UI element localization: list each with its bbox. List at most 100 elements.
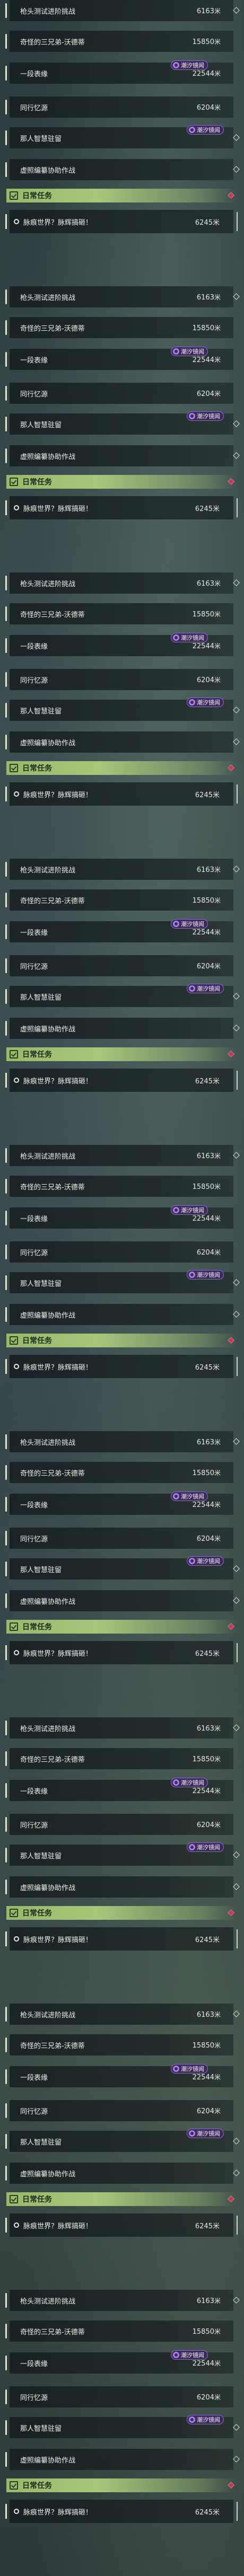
- quest-row[interactable]: 虚照编纂协助作战: [5, 159, 240, 180]
- quest-row[interactable]: 那人智慧驻留 潮汐镜闻: [5, 125, 240, 148]
- quest-row[interactable]: 奇怪的三兄弟-沃德蒂 15850米: [5, 317, 233, 338]
- quest-row-selected[interactable]: 同行忆源 6204米: [5, 2100, 233, 2121]
- daily-tasks-header[interactable]: 日常任务: [6, 2478, 237, 2492]
- quest-row[interactable]: 虚照编纂协助作战: [5, 2163, 240, 2184]
- quest-row[interactable]: 奇怪的三兄弟-沃德蒂 15850米: [5, 2034, 233, 2055]
- quest-row-selected[interactable]: 同行忆源 6204米: [5, 383, 233, 404]
- diamond-icon: [233, 1025, 240, 1031]
- quest-row[interactable]: 那人智慧驻留 潮汐镜闻: [5, 1842, 240, 1866]
- daily-tasks-header[interactable]: 日常任务: [6, 475, 237, 489]
- quest-row[interactable]: 枪头测试进阶挑战 6163米: [5, 572, 240, 594]
- quest-row[interactable]: 虚照编纂协助作战: [5, 1018, 240, 1039]
- quest-title: 一段表缘: [20, 2360, 48, 2368]
- daily-tasks-header[interactable]: 日常任务: [6, 2192, 237, 2206]
- quest-row[interactable]: 一段表缘 潮汐镜闻 22544米: [5, 347, 233, 370]
- quest-title: 一段表缘: [20, 70, 48, 78]
- quest-row[interactable]: 虚照编纂协助作战: [5, 1876, 240, 1898]
- quest-title: 奇怪的三兄弟-沃德蒂: [20, 2328, 85, 2336]
- quest-row-selected[interactable]: 同行忆源 6204米: [5, 1241, 233, 1263]
- quest-marker: [5, 1307, 7, 1322]
- quest-row[interactable]: 虚照编纂协助作战: [5, 731, 240, 753]
- quest-row[interactable]: 虚照编纂协助作战: [5, 445, 240, 466]
- quest-row[interactable]: 虚照编纂协助作战: [5, 1304, 240, 1325]
- quest-row[interactable]: 奇怪的三兄弟-沃德蒂 15850米: [5, 1176, 233, 1197]
- quest-row[interactable]: 虚照编纂协助作战: [5, 2449, 240, 2470]
- daily-task-distance: 6245米: [195, 1077, 220, 1086]
- quest-row[interactable]: 一段表缘 潮汐镜闻 22544米: [5, 633, 233, 656]
- quest-title: 枪头测试进阶挑战: [20, 2297, 76, 2306]
- quest-distance: 6204米: [196, 1248, 221, 1257]
- daily-task-row[interactable]: 脉痕世界？脉辉搞砸！ 6245米: [5, 2500, 238, 2523]
- quest-marker: [5, 1721, 7, 1735]
- daily-tasks-header[interactable]: 日常任务: [6, 1620, 237, 1634]
- quest-row-selected[interactable]: 同行忆源 6204米: [5, 669, 233, 690]
- quest-marker: [5, 500, 7, 515]
- quest-row[interactable]: 枪头测试进阶挑战 6163米: [5, 0, 240, 21]
- quest-marker: [5, 2037, 7, 2052]
- tide-icon: [173, 2352, 179, 2358]
- quest-row[interactable]: 枪头测试进阶挑战 6163米: [5, 859, 240, 880]
- daily-task-row[interactable]: 脉痕世界？脉辉搞砸！ 6245米: [5, 1641, 238, 1664]
- daily-tasks-header[interactable]: 日常任务: [6, 761, 237, 775]
- quest-row[interactable]: 一段表缘 潮汐镜闻 22544米: [5, 1205, 233, 1229]
- quest-row[interactable]: 枪头测试进阶挑战 6163米: [5, 2004, 240, 2025]
- daily-task-distance: 6245米: [195, 1936, 220, 1944]
- quest-row[interactable]: 奇怪的三兄弟-沃德蒂 15850米: [5, 603, 233, 624]
- daily-tasks-header[interactable]: 日常任务: [6, 189, 237, 202]
- daily-task-row[interactable]: 脉痕世界？脉辉搞砸！ 6245米: [5, 210, 238, 233]
- quest-marker: [5, 638, 7, 653]
- quest-row[interactable]: 奇怪的三兄弟-沃德蒂 15850米: [5, 1748, 233, 1769]
- quest-row-selected[interactable]: 同行忆源 6204米: [5, 96, 233, 118]
- quest-row[interactable]: 那人智慧驻留 潮汐镜闻: [5, 1556, 240, 1580]
- quest-row[interactable]: 那人智慧驻留 潮汐镜闻: [5, 2415, 240, 2438]
- quest-row[interactable]: 一段表缘 潮汐镜闻 22544米: [5, 919, 233, 942]
- section-title: 日常任务: [22, 1909, 52, 1918]
- quest-row[interactable]: 那人智慧驻留 潮汐镜闻: [5, 2129, 240, 2152]
- quest-row[interactable]: 那人智慧驻留 潮汐镜闻: [5, 698, 240, 721]
- diamond-icon: [228, 1337, 234, 1344]
- daily-task-row[interactable]: 脉痕世界？脉辉搞砸！ 6245米: [5, 1927, 238, 1951]
- quest-row[interactable]: 枪头测试进阶挑战 6163米: [5, 1717, 240, 1739]
- quest-row[interactable]: 那人智慧驻留 潮汐镜闻: [5, 984, 240, 1007]
- quest-marker: [5, 1465, 7, 1480]
- quest-row[interactable]: 枪头测试进阶挑战 6163米: [5, 1431, 240, 1452]
- quest-row[interactable]: 那人智慧驻留 潮汐镜闻: [5, 411, 240, 435]
- quest-marker: [5, 924, 7, 939]
- task-circle-icon: [14, 219, 19, 224]
- quest-row[interactable]: 一段表缘 潮汐镜闻 22544米: [5, 2350, 233, 2374]
- quest-row[interactable]: 枪头测试进阶挑战 6163米: [5, 286, 240, 307]
- quest-row-selected[interactable]: 同行忆源 6204米: [5, 2386, 233, 2407]
- quest-row-selected[interactable]: 同行忆源 6204米: [5, 1528, 233, 1549]
- quest-tag-badge: 潮汐镜闻: [187, 125, 224, 135]
- quest-row[interactable]: 奇怪的三兄弟-沃德蒂 15850米: [5, 31, 233, 52]
- quest-row[interactable]: 一段表缘 潮汐镜闻 22544米: [5, 60, 233, 84]
- quest-row[interactable]: 虚照编纂协助作战: [5, 1590, 240, 1611]
- quest-row[interactable]: 一段表缘 潮汐镜闻 22544米: [5, 2064, 233, 2087]
- daily-tasks-header[interactable]: 日常任务: [6, 1906, 237, 1920]
- quest-row[interactable]: 奇怪的三兄弟-沃德蒂 15850米: [5, 1462, 233, 1483]
- diamond-icon: [228, 2482, 234, 2489]
- daily-tasks-header[interactable]: 日常任务: [6, 1047, 237, 1061]
- diamond-icon: [233, 993, 240, 1000]
- quest-row[interactable]: 一段表缘 潮汐镜闻 22544米: [5, 1778, 233, 1801]
- diamond-icon: [233, 7, 240, 14]
- daily-task-row[interactable]: 脉痕世界？脉辉搞砸！ 6245米: [5, 782, 238, 806]
- task-circle-icon: [14, 505, 19, 510]
- quest-row[interactable]: 枪头测试进阶挑战 6163米: [5, 1145, 240, 1166]
- quest-row-selected[interactable]: 同行忆源 6204米: [5, 955, 233, 976]
- quest-row[interactable]: 那人智慧驻留 潮汐镜闻: [5, 1270, 240, 1293]
- daily-task-row[interactable]: 脉痕世界？脉辉搞砸！ 6245米: [5, 1069, 238, 1092]
- daily-task-row[interactable]: 脉痕世界？脉辉搞砸！ 6245米: [5, 496, 238, 519]
- quest-row-selected[interactable]: 同行忆源 6204米: [5, 1814, 233, 1835]
- daily-task-row[interactable]: 脉痕世界？脉辉搞砸！ 6245米: [5, 2213, 238, 2237]
- quest-row[interactable]: 枪头测试进阶挑战 6163米: [5, 2290, 240, 2311]
- quest-title: 虚照编纂协助作战: [20, 1311, 76, 1320]
- daily-task-row[interactable]: 脉痕世界？脉辉搞砸！ 6245米: [5, 1355, 238, 1378]
- quest-row[interactable]: 一段表缘 潮汐镜闻 22544米: [5, 1492, 233, 1515]
- quest-block: 枪头测试进阶挑战 6163米 奇怪的三兄弟-沃德蒂 15850米 一段表缘 潮汐…: [0, 1145, 244, 1431]
- daily-tasks-header[interactable]: 日常任务: [6, 1334, 237, 1347]
- quest-row[interactable]: 奇怪的三兄弟-沃德蒂 15850米: [5, 889, 233, 911]
- diamond-icon: [233, 2456, 240, 2463]
- quest-row[interactable]: 奇怪的三兄弟-沃德蒂 15850米: [5, 2321, 233, 2342]
- quest-distance: 6163米: [196, 1438, 221, 1446]
